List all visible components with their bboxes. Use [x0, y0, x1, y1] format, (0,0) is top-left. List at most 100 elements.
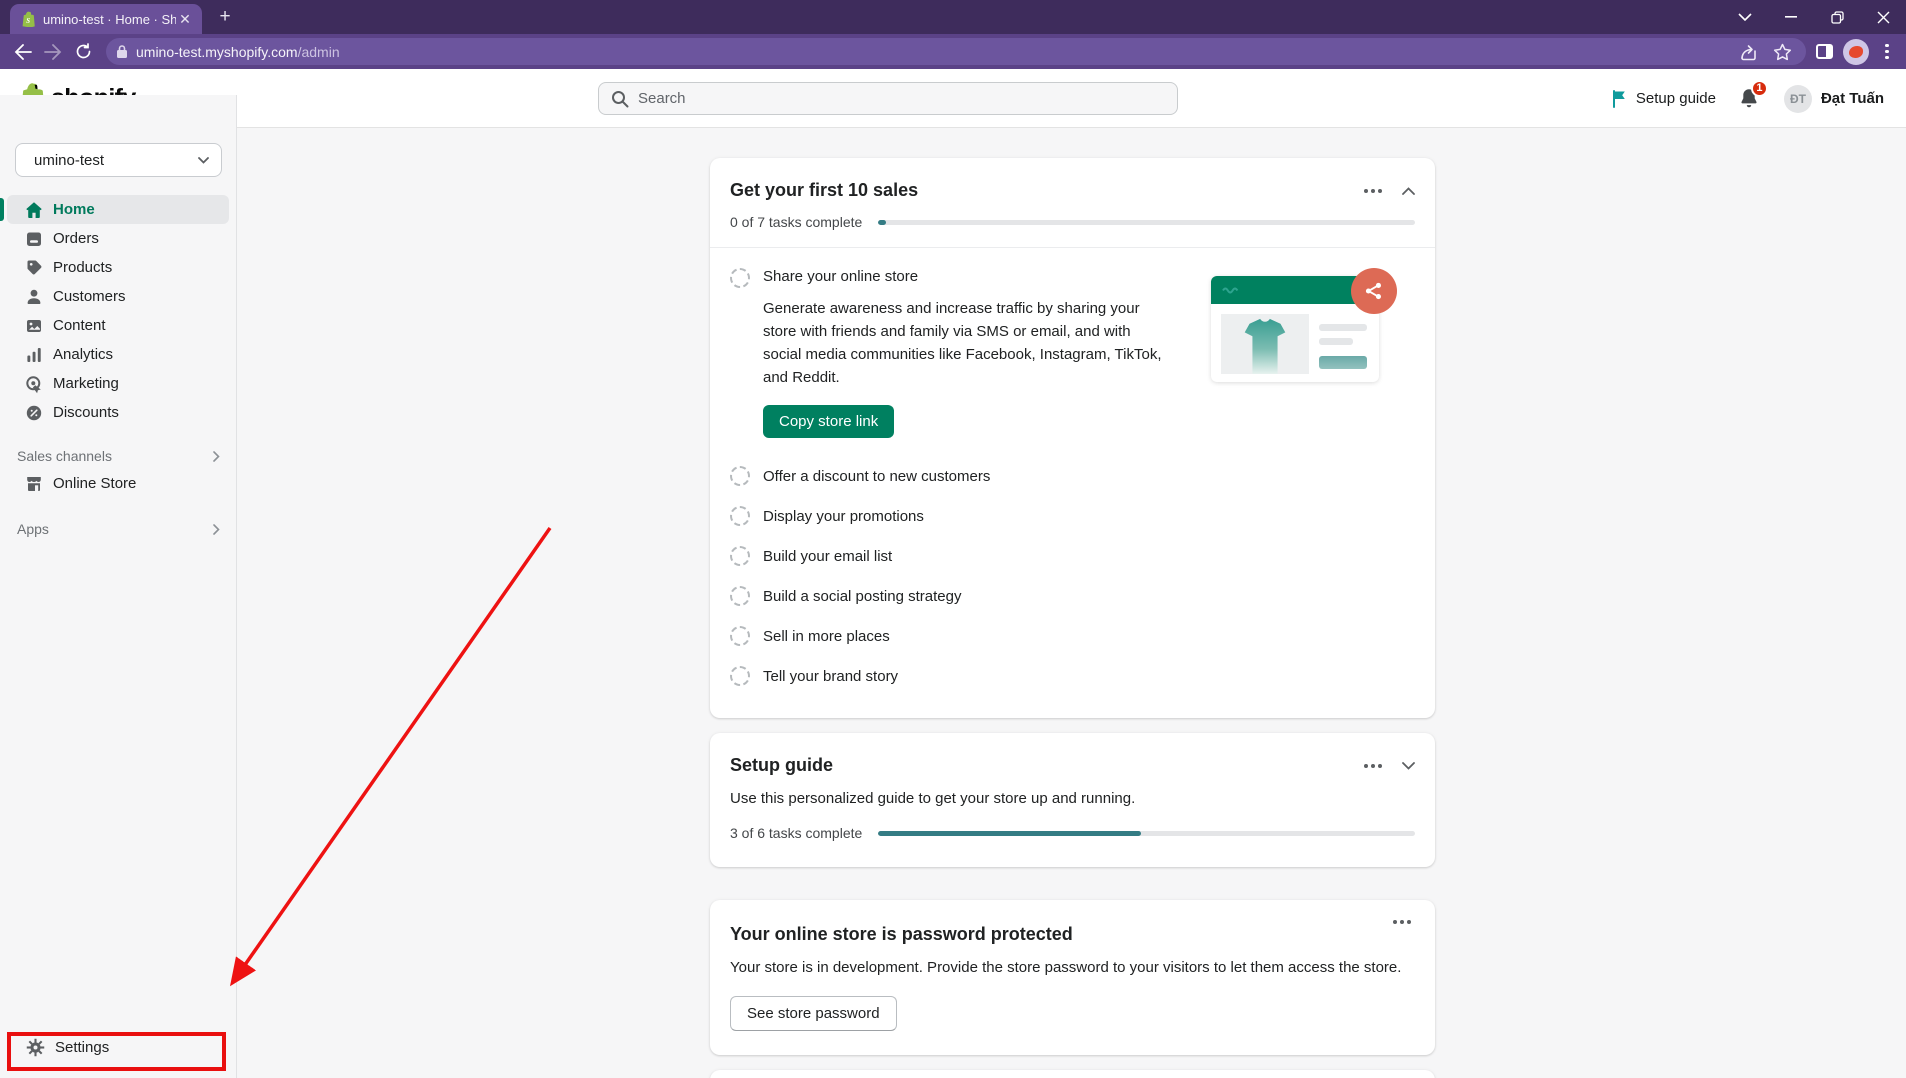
sidebar-item-settings[interactable]: Settings	[7, 1032, 229, 1062]
task-checkbox-icon[interactable]	[730, 466, 750, 486]
reload-button[interactable]	[68, 37, 98, 67]
orders-icon	[24, 229, 44, 249]
task-checkbox-icon[interactable]	[730, 666, 750, 686]
task-title: Share your online store	[763, 268, 1198, 285]
shopify-favicon: S	[20, 11, 36, 27]
tag-icon	[24, 258, 44, 278]
task-brand-story[interactable]: Tell your brand story	[730, 656, 1415, 696]
gear-icon	[26, 1038, 45, 1057]
side-panel-icon[interactable]	[1816, 44, 1833, 59]
apps-header[interactable]: Apps	[0, 517, 236, 541]
forward-button[interactable]	[38, 37, 68, 67]
squiggle-icon	[1221, 286, 1243, 294]
sidebar-item-online-store[interactable]: Online Store	[0, 469, 236, 498]
window-minimize-button[interactable]	[1768, 0, 1814, 34]
search-input[interactable]: Search	[598, 82, 1178, 115]
task-checkbox-icon[interactable]	[730, 546, 750, 566]
progress-text: 0 of 7 tasks complete	[730, 214, 862, 230]
storefront-icon	[24, 474, 44, 494]
chevron-right-icon	[213, 451, 220, 462]
sidebar-item-label: Analytics	[53, 346, 113, 363]
discounts-icon	[24, 403, 44, 423]
sidebar-item-label: Discounts	[53, 404, 119, 421]
sidebar-item-marketing[interactable]: Marketing	[7, 369, 229, 398]
sidebar-item-home[interactable]: Home	[7, 195, 229, 224]
share-store-illustration	[1211, 268, 1397, 384]
browser-titlebar: S umino-test · Home · Shopify ✕ +	[0, 0, 1906, 34]
card-menu-icon[interactable]	[1360, 185, 1386, 197]
tab-search-chevron-icon[interactable]	[1722, 0, 1768, 34]
chevron-right-icon	[213, 524, 220, 535]
browser-tab[interactable]: S umino-test · Home · Shopify ✕	[10, 4, 202, 34]
see-store-password-button[interactable]: See store password	[730, 996, 897, 1031]
task-checkbox-icon[interactable]	[730, 586, 750, 606]
task-checkbox-icon[interactable]	[730, 268, 750, 288]
sidebar-item-label: Home	[53, 201, 95, 218]
svg-text:S: S	[26, 18, 30, 25]
back-button[interactable]	[8, 37, 38, 67]
user-name: Đạt Tuấn	[1821, 90, 1884, 107]
sidebar-item-label: Customers	[53, 288, 126, 305]
first-sales-card: Get your first 10 sales 0 of 7 tasks com…	[710, 158, 1435, 718]
window-restore-button[interactable]	[1814, 0, 1860, 34]
share-page-icon[interactable]	[1739, 43, 1759, 61]
task-checkbox-icon[interactable]	[730, 506, 750, 526]
password-protected-card: Your online store is password protected …	[710, 900, 1435, 1055]
copy-store-link-button[interactable]: Copy store link	[763, 405, 894, 438]
browser-toolbar: umino-test.myshopify.com/admin	[0, 34, 1906, 69]
sidebar-item-products[interactable]: Products	[7, 253, 229, 282]
progress-bar	[878, 220, 1415, 225]
notifications-button[interactable]: 1	[1738, 87, 1762, 111]
sidebar-item-customers[interactable]: Customers	[7, 282, 229, 311]
sidebar-item-label: Online Store	[53, 475, 136, 492]
analytics-icon	[24, 345, 44, 365]
card-menu-icon[interactable]	[1389, 916, 1415, 928]
task-checkbox-icon[interactable]	[730, 626, 750, 646]
sidebar: umino-test Home Orders Products Customer…	[0, 95, 237, 1078]
user-menu[interactable]: ĐT Đạt Tuấn	[1784, 85, 1884, 113]
address-bar[interactable]: umino-test.myshopify.com/admin	[106, 38, 1806, 65]
sidebar-item-label: Orders	[53, 230, 99, 247]
sidebar-item-analytics[interactable]: Analytics	[7, 340, 229, 369]
task-description: Generate awareness and increase traffic …	[763, 297, 1163, 389]
card-description: Use this personalized guide to get your …	[730, 790, 1415, 807]
sales-channels-header[interactable]: Sales channels	[0, 444, 236, 468]
tab-title: umino-test · Home · Shopify	[43, 12, 176, 27]
setup-guide-card: Setup guide Use this personalized guide …	[710, 733, 1435, 867]
browser-menu-icon[interactable]	[1879, 44, 1895, 60]
progress-text: 3 of 6 tasks complete	[730, 825, 862, 841]
card-description: Your store is in development. Provide th…	[730, 959, 1415, 976]
notification-badge: 1	[1751, 80, 1768, 97]
task-sell-more-places[interactable]: Sell in more places	[730, 616, 1415, 656]
sidebar-item-content[interactable]: Content	[7, 311, 229, 340]
store-name: umino-test	[34, 152, 104, 169]
task-build-email-list[interactable]: Build your email list	[730, 536, 1415, 576]
task-offer-discount[interactable]: Offer a discount to new customers	[730, 456, 1415, 496]
collapse-chevron-up-icon[interactable]	[1402, 187, 1415, 195]
lock-icon	[116, 44, 128, 59]
new-tab-button[interactable]: +	[212, 4, 238, 30]
task-display-promotions[interactable]: Display your promotions	[730, 496, 1415, 536]
task-social-posting[interactable]: Build a social posting strategy	[730, 576, 1415, 616]
sidebar-item-discounts[interactable]: Discounts	[7, 398, 229, 427]
main-content: Get your first 10 sales 0 of 7 tasks com…	[710, 158, 1435, 1078]
browser-profile-avatar[interactable]	[1843, 39, 1869, 65]
chevron-down-icon	[198, 157, 209, 164]
bookmark-star-icon[interactable]	[1773, 43, 1792, 61]
card-title: Your online store is password protected	[730, 924, 1415, 945]
task-share-store[interactable]: Share your online store Generate awarene…	[710, 248, 1435, 444]
active-indicator	[0, 198, 4, 221]
share-icon	[1364, 281, 1384, 301]
window-close-button[interactable]	[1860, 0, 1906, 34]
store-selector[interactable]: umino-test	[15, 143, 222, 177]
card-menu-icon[interactable]	[1360, 760, 1386, 772]
tab-close-icon[interactable]: ✕	[176, 10, 194, 28]
search-placeholder: Search	[638, 90, 686, 107]
sidebar-item-orders[interactable]: Orders	[7, 224, 229, 253]
tshirt-icon	[1229, 316, 1301, 374]
flag-icon	[1610, 89, 1628, 109]
settings-label: Settings	[55, 1039, 109, 1056]
expand-chevron-down-icon[interactable]	[1402, 762, 1415, 770]
setup-guide-button[interactable]: Setup guide	[1610, 89, 1716, 109]
marketing-icon	[24, 374, 44, 394]
